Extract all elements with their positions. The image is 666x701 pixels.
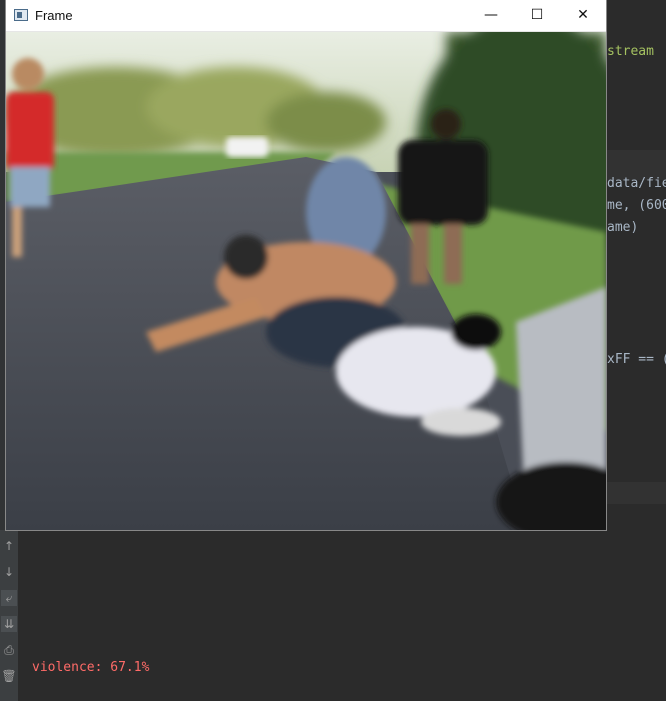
trash-icon[interactable]: 🗑: [1, 668, 17, 684]
soft-wrap-icon[interactable]: ⤶: [1, 590, 17, 606]
arrow-up-icon[interactable]: ↑: [1, 538, 17, 554]
scroll-to-end-icon[interactable]: ⇊: [1, 616, 17, 632]
minimize-button[interactable]: —: [468, 0, 514, 31]
code-line[interactable]: stream: [607, 44, 654, 59]
frame-window[interactable]: Frame — ☐ ✕: [6, 0, 606, 530]
code-line[interactable]: data/fie: [607, 176, 666, 191]
editor-status-strip: [606, 482, 666, 504]
app-window-icon: [14, 9, 28, 21]
run-tool-window: ↑ ↓ ⤶ ⇊ ⎙ 🗑 violence: 67.1%: [0, 530, 666, 701]
code-line[interactable]: ame): [607, 220, 638, 235]
print-icon[interactable]: ⎙: [1, 642, 17, 658]
window-title: Frame: [35, 8, 73, 23]
code-line[interactable]: me, (600: [607, 198, 666, 213]
code-line[interactable]: xFF == (: [607, 352, 666, 367]
window-titlebar[interactable]: Frame — ☐ ✕: [6, 0, 606, 32]
arrow-down-icon[interactable]: ↓: [1, 564, 17, 580]
close-button[interactable]: ✕: [560, 0, 606, 31]
distant-car: [226, 137, 268, 157]
run-toolbar: ↑ ↓ ⤶ ⇊ ⎙ 🗑: [0, 530, 18, 701]
video-scene: [6, 32, 606, 530]
console-output: violence: 67.1%: [32, 660, 150, 675]
maximize-button[interactable]: ☐: [514, 0, 560, 31]
video-frame: [6, 32, 606, 530]
